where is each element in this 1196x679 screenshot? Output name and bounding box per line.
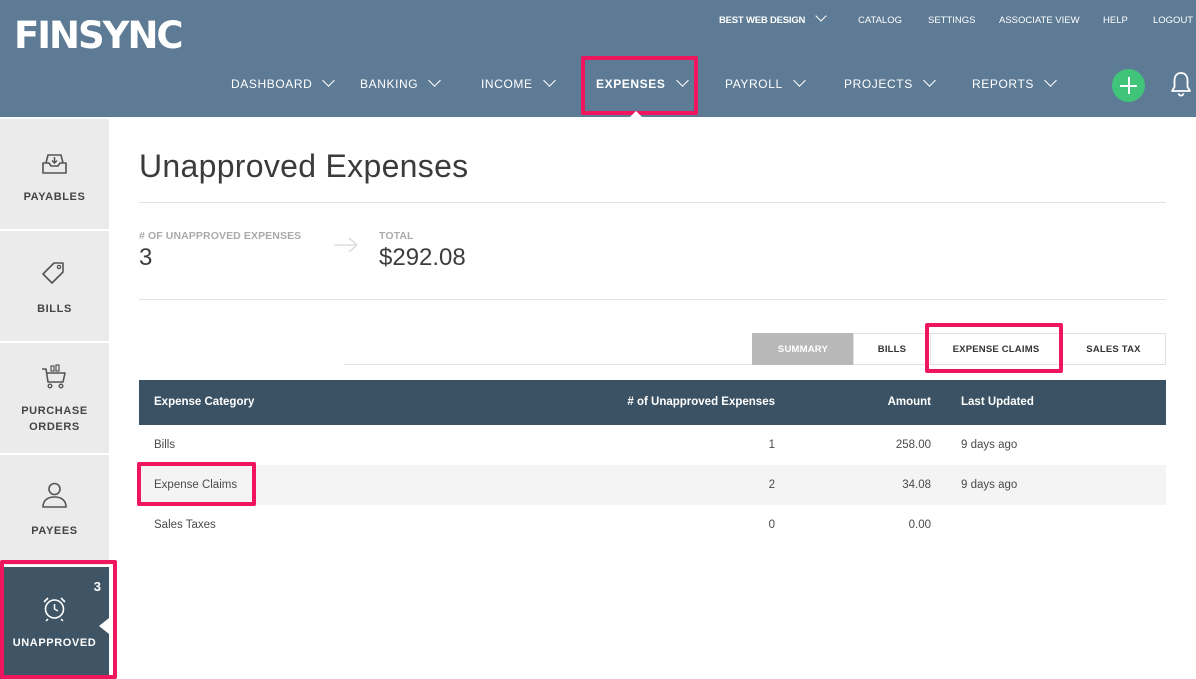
sidebar-item-label: PAYABLES	[23, 191, 86, 203]
cell-category[interactable]: Sales Taxes	[154, 505, 216, 545]
associate-view-link[interactable]: ASSOCIATE VIEW	[999, 14, 1080, 28]
sidebar-item-label-line-2: ORDERS	[29, 421, 80, 433]
sidebar-item-purchase-orders[interactable]: PURCHASE ORDERS	[0, 343, 109, 453]
price-tag-icon	[42, 262, 64, 284]
sidebar-item-label: PAYEES	[31, 525, 78, 537]
chevron-down-icon	[322, 74, 336, 87]
active-nav-caret	[630, 111, 642, 117]
inbox-tray-icon	[42, 154, 67, 174]
nav-projects-label: PROJECTS	[844, 77, 913, 91]
sidebar-item-label: BILLS	[37, 303, 72, 315]
nav-banking-label: BANKING	[360, 77, 419, 91]
cell-amount: 34.08	[902, 479, 931, 491]
arrow-right-icon	[334, 237, 359, 253]
chevron-down-icon	[814, 10, 827, 22]
bell-icon[interactable]	[1169, 70, 1193, 98]
person-icon	[42, 482, 67, 508]
divider	[139, 202, 1166, 203]
shopping-cart-icon	[42, 364, 66, 389]
table-header: Expense Category # of Unapproved Expense…	[139, 380, 1166, 425]
nav-projects[interactable]: PROJECTS	[844, 74, 936, 92]
tab-bills[interactable]: BILLS	[853, 333, 931, 365]
unapproved-highlight-box	[0, 560, 117, 679]
table-row[interactable]: Expense Claims 2 34.08 9 days ago	[139, 465, 1166, 505]
sidebar-item-payables[interactable]: PAYABLES	[0, 119, 109, 229]
cell-category[interactable]: Bills	[154, 425, 175, 465]
chevron-down-icon	[922, 74, 936, 87]
table-row[interactable]: Sales Taxes 0 0.00	[139, 505, 1166, 545]
expenses-highlight-box	[581, 56, 698, 115]
cell-count: 0	[768, 519, 775, 531]
plus-icon[interactable]	[1112, 69, 1145, 102]
tabs-baseline	[344, 364, 752, 365]
nav-payroll[interactable]: PAYROLL	[725, 74, 806, 92]
sidebar-item-payees[interactable]: PAYEES	[0, 455, 109, 565]
cell-count: 2	[768, 479, 775, 491]
nav-reports-label: REPORTS	[972, 77, 1034, 91]
cell-last-updated: 9 days ago	[961, 479, 1018, 491]
cell-amount: 258.00	[895, 439, 931, 451]
top-header: FINSYNC BEST WEB DESIGN CATALOG SETTINGS…	[0, 0, 1196, 117]
settings-link[interactable]: SETTINGS	[928, 14, 976, 28]
unapproved-count-value: 3	[139, 244, 153, 271]
column-unapproved-count[interactable]: # of Unapproved Expenses	[627, 380, 775, 425]
expense-claims-highlight-box	[925, 323, 1063, 373]
tab-summary[interactable]: SUMMARY	[752, 333, 854, 365]
sidebar-item-label-line-1: PURCHASE	[21, 405, 88, 417]
sidebar-item-bills[interactable]: BILLS	[0, 231, 109, 341]
nav-income[interactable]: INCOME	[481, 74, 556, 92]
column-last-updated[interactable]: Last Updated	[961, 380, 1034, 425]
chevron-down-icon	[1044, 74, 1057, 87]
cell-count: 1	[768, 439, 775, 451]
chevron-down-icon	[428, 74, 442, 87]
expense-claims-row-highlight-box	[137, 462, 256, 506]
cell-amount: 0.00	[908, 519, 931, 531]
divider	[139, 299, 1166, 300]
total-value: $292.08	[379, 244, 466, 271]
finsync-logo[interactable]: FINSYNC	[14, 14, 184, 58]
company-switcher[interactable]: BEST WEB DESIGN	[719, 10, 827, 28]
chevron-down-icon	[792, 74, 806, 87]
unapproved-count-label: # OF UNAPPROVED EXPENSES	[139, 230, 302, 242]
nav-banking[interactable]: BANKING	[360, 74, 442, 92]
column-expense-category[interactable]: Expense Category	[154, 380, 254, 425]
nav-dashboard[interactable]: DASHBOARD	[231, 74, 336, 92]
cell-last-updated: 9 days ago	[961, 439, 1018, 451]
tab-sales-tax[interactable]: SALES TAX	[1061, 333, 1166, 365]
page-title: Unapproved Expenses	[139, 148, 469, 184]
company-name: BEST WEB DESIGN	[719, 15, 806, 26]
column-amount[interactable]: Amount	[888, 380, 931, 425]
nav-dashboard-label: DASHBOARD	[231, 77, 313, 91]
help-link[interactable]: HELP	[1103, 14, 1128, 28]
catalog-link[interactable]: CATALOG	[858, 14, 902, 28]
chevron-down-icon	[542, 74, 556, 87]
total-label: TOTAL	[379, 230, 414, 242]
nav-payroll-label: PAYROLL	[725, 77, 783, 91]
nav-reports[interactable]: REPORTS	[972, 74, 1057, 92]
logout-link[interactable]: LOGOUT	[1153, 14, 1193, 28]
nav-income-label: INCOME	[481, 77, 533, 91]
table-row[interactable]: Bills 1 258.00 9 days ago	[139, 425, 1166, 465]
